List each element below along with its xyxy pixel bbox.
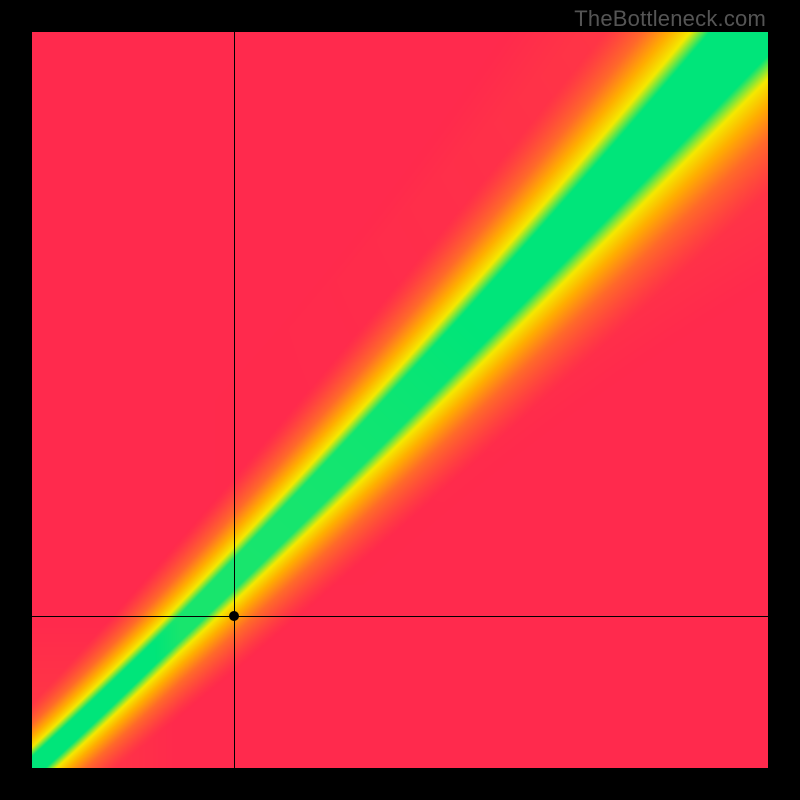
crosshair-vertical	[234, 32, 235, 768]
heatmap-canvas	[32, 32, 768, 768]
chart-frame: TheBottleneck.com	[0, 0, 800, 800]
plot-area	[32, 32, 768, 768]
watermark-text: TheBottleneck.com	[574, 6, 766, 32]
data-point-marker	[229, 611, 239, 621]
crosshair-horizontal	[32, 616, 768, 617]
